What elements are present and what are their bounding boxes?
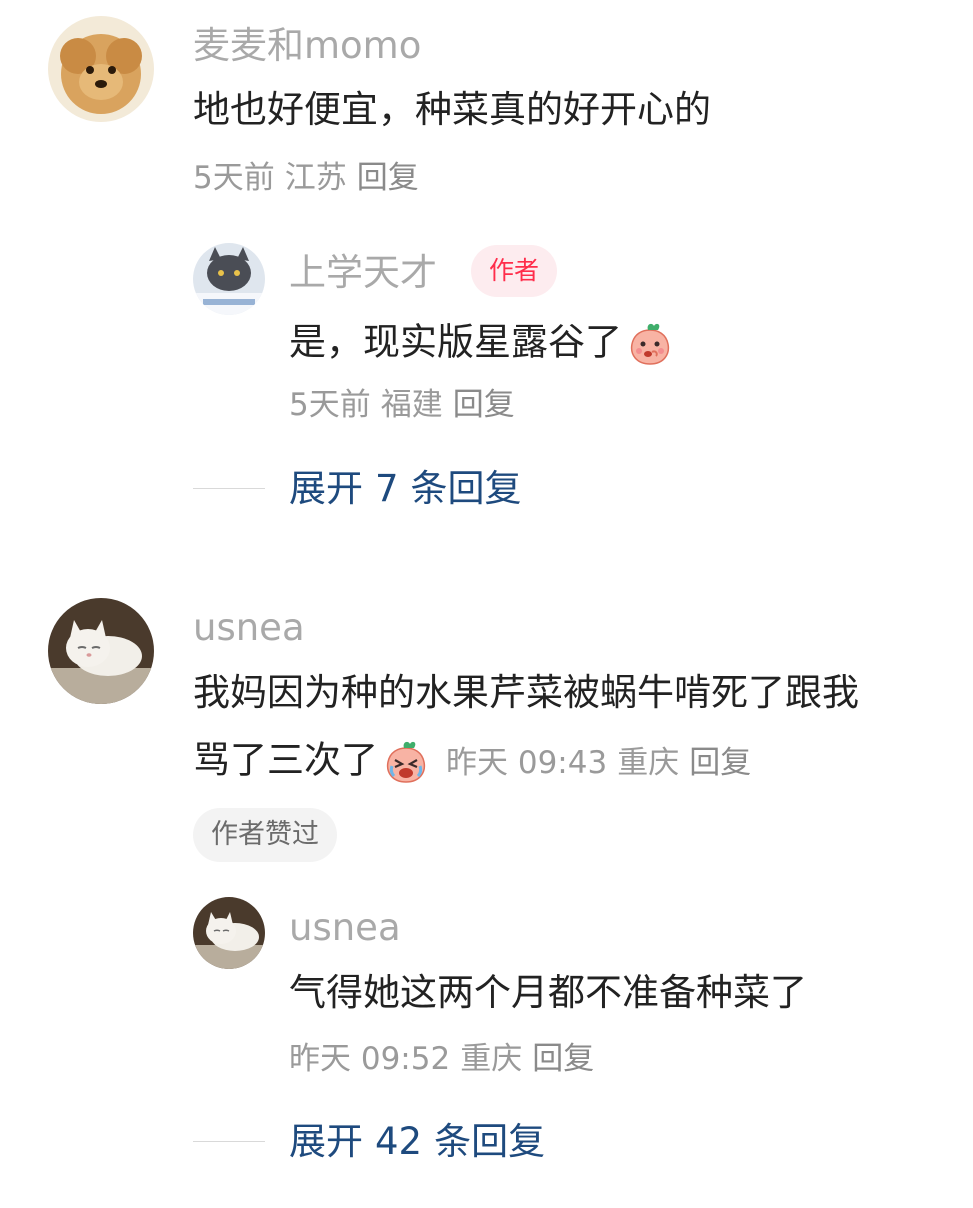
comment-time: 昨天 09:43 <box>446 744 608 781</box>
reply-username[interactable]: 上学天才 <box>289 254 437 291</box>
comment-location: 江苏 <box>284 160 347 196</box>
comment-text: 地也好便宜，种菜真的好开心的 <box>193 88 711 131</box>
white-cat-avatar[interactable] <box>193 897 265 969</box>
reply-location: 重庆 <box>460 1041 523 1077</box>
expand-suffix: 条回复 <box>434 1120 546 1163</box>
comment-meta: 昨天 09:43 重庆 回复 <box>446 745 761 781</box>
reply-time: 5天前 <box>289 387 371 423</box>
comment-text-content: 骂了三次了 <box>193 738 378 782</box>
author-badge: 作者 <box>471 245 558 297</box>
comment-username[interactable]: usnea <box>193 609 305 646</box>
reply-meta: 5天前 福建 回复 <box>289 390 525 421</box>
peach-crying-emoji <box>378 738 430 786</box>
reply-button[interactable]: 回复 <box>689 745 751 781</box>
expand-suffix: 条回复 <box>410 467 522 510</box>
expand-replies-button[interactable]: 展开 7 条回复 <box>289 470 534 507</box>
reply-button[interactable]: 回复 <box>453 387 515 423</box>
reply-text: 是，现实版星露谷了 <box>289 320 674 368</box>
expand-count: 42 <box>375 1120 423 1163</box>
comment-time: 5天前 <box>193 160 275 196</box>
dog-avatar[interactable] <box>48 16 154 122</box>
reply-meta: 昨天 09:52 重庆 回复 <box>289 1044 604 1075</box>
reply-text: 气得她这两个月都不准备种菜了 <box>289 971 807 1014</box>
comment-meta: 5天前 江苏 回复 <box>193 163 429 194</box>
comment-text-line1: 我妈因为种的水果芹菜被蜗牛啃死了跟我 <box>193 671 859 714</box>
reply-location: 福建 <box>380 387 443 423</box>
expand-divider <box>193 488 265 489</box>
expand-prefix: 展开 <box>289 467 363 510</box>
expand-count: 7 <box>375 467 399 510</box>
comment-text-line2: 骂了三次了 昨天 09:43 重庆 回复 <box>193 738 761 786</box>
author-liked-chip: 作者赞过 <box>193 808 337 862</box>
comment-username[interactable]: 麦麦和momo <box>193 27 421 64</box>
cat-avatar[interactable] <box>193 243 265 315</box>
expand-replies-button[interactable]: 展开 42 条回复 <box>289 1123 557 1160</box>
reply-button[interactable]: 回复 <box>532 1041 594 1077</box>
reply-time: 昨天 09:52 <box>289 1041 451 1077</box>
reply-username[interactable]: usnea <box>289 909 401 946</box>
expand-divider <box>193 1141 265 1142</box>
reply-text-content: 是，现实版星露谷了 <box>289 320 622 364</box>
comment-location: 重庆 <box>617 744 680 781</box>
white-cat-avatar[interactable] <box>48 598 154 704</box>
reply-button[interactable]: 回复 <box>357 160 419 196</box>
peach-smile-emoji <box>622 320 674 368</box>
expand-prefix: 展开 <box>289 1120 363 1163</box>
